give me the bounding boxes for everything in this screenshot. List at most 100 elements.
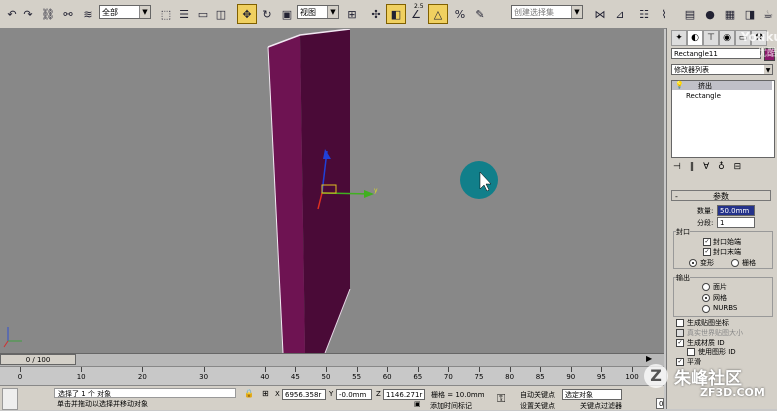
motion-tab-icon[interactable]: ◉ [719, 30, 735, 46]
segments-input[interactable]: 1 [717, 217, 755, 228]
mirror-icon[interactable]: ⋈ [590, 4, 610, 24]
snaps-toggle-icon[interactable]: ◧ [386, 4, 406, 24]
maxscript-listener-icon[interactable] [2, 388, 18, 410]
percent-snap-icon[interactable]: △ [428, 4, 448, 24]
show-end-result-icon[interactable]: ‖ [690, 162, 698, 172]
rect-selection-icon[interactable]: ▭ [193, 4, 213, 24]
key-mode-icon[interactable]: ⚿ [497, 392, 505, 406]
morph-radio[interactable] [689, 259, 697, 267]
bind-spacewarp-icon[interactable]: ≋ [78, 4, 98, 24]
track-bar[interactable]: 0 10 20 30 40 45 50 55 60 65 70 75 80 85 90 95 100 [0, 366, 664, 386]
stack-item-rectangle[interactable]: Rectangle [686, 92, 721, 100]
create-tab-icon[interactable]: ✦ [671, 30, 687, 46]
nurbs-radio[interactable] [702, 305, 710, 313]
named-selection-set-input[interactable]: 创建选择集 ▼ [511, 5, 583, 19]
z-coord-label: Z [376, 390, 381, 398]
absolute-mode-icon[interactable]: ⊞ [262, 389, 269, 398]
lock-selection-icon[interactable]: 🔒 [244, 389, 254, 398]
amount-input[interactable]: 50.0mm [717, 205, 755, 216]
configure-sets-icon[interactable]: ⊟ [734, 162, 745, 172]
schematic-view-icon[interactable]: ▤ [680, 4, 700, 24]
use-shape-ids-label: 使用图形 ID [698, 348, 736, 356]
timeline-tick-label: 10 [76, 373, 86, 381]
quick-render-icon[interactable]: ☕ [758, 4, 777, 24]
time-slider[interactable]: 0 / 100 ▶ [0, 353, 664, 366]
grid-radio[interactable] [731, 259, 739, 267]
real-world-checkbox[interactable] [676, 329, 684, 337]
timeline-tick-label: 50 [321, 373, 331, 381]
layer-manager-icon[interactable]: ☷ [634, 4, 654, 24]
spinner-snap-icon[interactable]: % [450, 4, 470, 24]
set-key-button[interactable]: 设置关键点 [520, 401, 555, 411]
window-crossing-icon[interactable]: ◫ [211, 4, 231, 24]
make-unique-icon[interactable]: ∀ [703, 162, 712, 172]
key-filters-button[interactable]: 关键点过滤器 [580, 401, 622, 411]
mesh-radio[interactable] [702, 294, 710, 302]
timeline-tick-label: 40 [260, 373, 270, 381]
stack-item-extrude[interactable]: 💡 挤出 [672, 81, 772, 90]
select-object-icon[interactable]: ⬚ [156, 4, 176, 24]
modifier-stack[interactable]: 💡 挤出 Rectangle [671, 80, 775, 158]
edit-named-selection-icon[interactable]: ✎ [470, 4, 490, 24]
selection-filter-value: 全部 [102, 8, 118, 17]
timeline-tick-label: 30 [199, 373, 209, 381]
select-scale-icon[interactable]: ▣ [277, 4, 297, 24]
select-rotate-icon[interactable]: ↻ [257, 4, 277, 24]
curve-editor-icon[interactable]: ⌇ [654, 4, 674, 24]
render-setup-icon[interactable]: ▦ [720, 4, 740, 24]
selection-filter-dropdown[interactable]: 全部 ▼ [99, 5, 151, 19]
light-bulb-icon[interactable]: 💡 [675, 81, 684, 89]
timeline-tick-label: 75 [474, 373, 484, 381]
select-by-name-icon[interactable]: ☰ [174, 4, 194, 24]
parameters-rollout[interactable]: - 参数 [671, 190, 771, 201]
timeline-tick [632, 367, 633, 372]
material-editor-icon[interactable]: ● [700, 4, 720, 24]
timeline-tick-label: 70 [443, 373, 453, 381]
chevron-down-icon: ▼ [139, 6, 150, 18]
render-frame-icon[interactable]: ◨ [740, 4, 760, 24]
key-selection-dropdown[interactable]: 选定对象 [562, 389, 622, 400]
timeline-tick [264, 367, 266, 372]
use-shape-ids-checkbox[interactable] [687, 348, 695, 356]
modify-tab-icon[interactable]: ◐ [687, 30, 703, 46]
chevron-down-icon: ▼ [327, 6, 338, 18]
align-icon[interactable]: ⊿ [610, 4, 630, 24]
y-coord-label: Y [329, 390, 334, 398]
unlink-icon[interactable]: ⚯ [58, 4, 78, 24]
timeline-tick [540, 367, 542, 372]
redo-icon[interactable]: ↷ [18, 4, 38, 24]
youku-watermark: Youku 优酷 [741, 30, 777, 70]
hierarchy-tab-icon[interactable]: ⊤ [703, 30, 719, 46]
patch-radio[interactable] [702, 283, 710, 291]
pin-stack-icon[interactable]: ⊣ [673, 162, 684, 172]
remove-modifier-icon[interactable]: ♁ [718, 162, 728, 172]
timeline-tick [356, 367, 358, 372]
named-selection-placeholder: 创建选择集 [514, 8, 554, 17]
time-tag-icon[interactable]: ▣ [414, 400, 421, 408]
timeline-tick [448, 367, 450, 372]
manipulate-icon[interactable]: ✣ [366, 4, 386, 24]
selection-status-text: 选择了 1 个 对象 [54, 388, 236, 398]
z-coord-input[interactable]: 1146.271r [383, 389, 425, 400]
cap-start-checkbox[interactable]: ✓ [703, 238, 711, 246]
gen-mat-ids-checkbox[interactable]: ✓ [676, 339, 684, 347]
add-time-tag-button[interactable]: 添加时间标记 [430, 401, 472, 411]
time-slider-thumb[interactable]: 0 / 100 [0, 354, 76, 365]
cap-start-label: 封口始端 [713, 238, 741, 246]
timeline-tick-label: 65 [413, 373, 423, 381]
cap-end-checkbox[interactable]: ✓ [703, 248, 711, 256]
nurbs-label: NURBS [713, 304, 738, 312]
reference-coord-dropdown[interactable]: 视图 ▼ [297, 5, 339, 19]
command-panel: ✦ ◐ ⊤ ◉ ▭ ⚒ Rectangle11 修改器列表 ▼ 💡 挤出 Rec… [666, 28, 777, 409]
auto-key-button[interactable]: 自动关键点 [520, 390, 555, 400]
pivot-center-icon[interactable]: ⊞ [342, 4, 362, 24]
chevron-down-icon: ▼ [571, 6, 582, 18]
select-link-icon[interactable]: ⛓ [38, 4, 58, 24]
select-move-icon[interactable]: ✥ [237, 4, 257, 24]
y-coord-input[interactable]: -0.0mm [336, 389, 372, 400]
perspective-viewport[interactable]: y [0, 29, 664, 353]
x-coord-input[interactable]: 6956.358r [282, 389, 326, 400]
timeline-tick-label: 100 [625, 373, 639, 381]
snap-value-label: 2.5 [414, 3, 424, 10]
gen-mapping-checkbox[interactable] [676, 319, 684, 327]
